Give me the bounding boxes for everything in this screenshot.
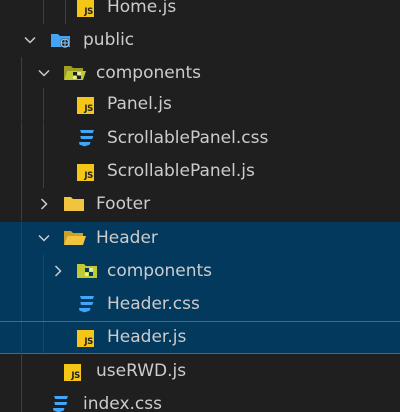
tree-item-header-components-folder[interactable]: components (0, 255, 400, 288)
js-file-icon: JS (63, 355, 85, 388)
chevron-down-icon[interactable] (36, 222, 52, 255)
public-folder-icon (50, 24, 72, 57)
tree-item-panel-js[interactable]: JS Panel.js (0, 88, 400, 121)
indent-guide (43, 155, 44, 188)
js-file-icon: JS (76, 321, 98, 354)
js-badge-text: JS (71, 371, 80, 381)
tree-item-components-folder[interactable]: components (0, 57, 400, 90)
indent-guide (21, 288, 22, 321)
tree-item-header-css[interactable]: Header.css (0, 288, 400, 321)
chevron-right-icon[interactable] (36, 188, 52, 221)
tree-item-label: Header.css (107, 294, 200, 314)
indent-guide (21, 388, 22, 412)
indent-guide (21, 222, 22, 255)
indent-guide (21, 255, 22, 288)
tree-item-header-folder[interactable]: Header (0, 222, 400, 255)
js-file-icon: JS (76, 0, 98, 24)
tree-item-home-js[interactable]: JS Home.js (0, 0, 400, 24)
css-file-icon (50, 388, 72, 412)
indent-guide (21, 57, 22, 90)
js-file-icon: JS (76, 88, 98, 121)
indent-guide (21, 355, 22, 388)
indent-guide (21, 322, 22, 355)
js-file-icon: JS (76, 155, 98, 188)
chevron-down-icon[interactable] (36, 57, 52, 90)
tree-item-label: index.css (83, 394, 162, 412)
indent-guide (21, 188, 22, 221)
tree-item-label: Footer (96, 194, 151, 214)
tree-item-label: Home.js (107, 0, 177, 17)
indent-guide (65, 0, 66, 24)
folder-icon (63, 188, 85, 221)
tree-item-label: components (107, 261, 213, 281)
chevron-down-icon[interactable] (22, 24, 38, 57)
tree-item-index-css[interactable]: index.css (0, 388, 400, 412)
tree-item-userwd-js[interactable]: JS useRWD.js (0, 355, 400, 388)
indent-guide (43, 88, 44, 121)
tree-item-footer-folder[interactable]: Footer (0, 188, 400, 221)
tree-item-label: public (83, 30, 135, 50)
js-badge-text: JS (84, 171, 93, 181)
tree-item-label: ScrollablePanel.js (107, 161, 255, 181)
tree-item-label: Header (96, 228, 158, 248)
components-folder-icon (76, 255, 98, 288)
js-badge-text: JS (84, 337, 93, 347)
tree-item-public-folder[interactable]: public (0, 24, 400, 57)
components-folder-open-icon (63, 57, 86, 90)
file-explorer-tree: JS Home.js public components JS Panel.js… (0, 0, 400, 412)
indent-guide (43, 122, 44, 155)
js-badge-text: JS (84, 104, 93, 114)
indent-guide (43, 288, 44, 321)
tree-item-header-js[interactable]: JS Header.js (0, 321, 400, 355)
tree-item-scrollablepanel-js[interactable]: JS ScrollablePanel.js (0, 155, 400, 188)
tree-item-label: Header.js (107, 327, 187, 347)
indent-guide (21, 122, 22, 155)
indent-guide (21, 88, 22, 121)
css-file-icon (76, 122, 98, 155)
indent-guide (21, 155, 22, 188)
indent-guide (43, 255, 44, 288)
tree-item-label: Panel.js (107, 94, 172, 114)
tree-item-label: ScrollablePanel.css (107, 128, 269, 148)
tree-item-label: useRWD.js (96, 361, 187, 381)
tree-item-label: components (96, 63, 202, 83)
css-file-icon (76, 288, 98, 321)
js-badge-text: JS (84, 7, 93, 17)
indent-guide (43, 322, 44, 355)
indent-guide (43, 0, 44, 24)
chevron-right-icon[interactable] (50, 255, 66, 288)
folder-open-icon (63, 222, 86, 255)
tree-item-scrollablepanel-css[interactable]: ScrollablePanel.css (0, 122, 400, 155)
